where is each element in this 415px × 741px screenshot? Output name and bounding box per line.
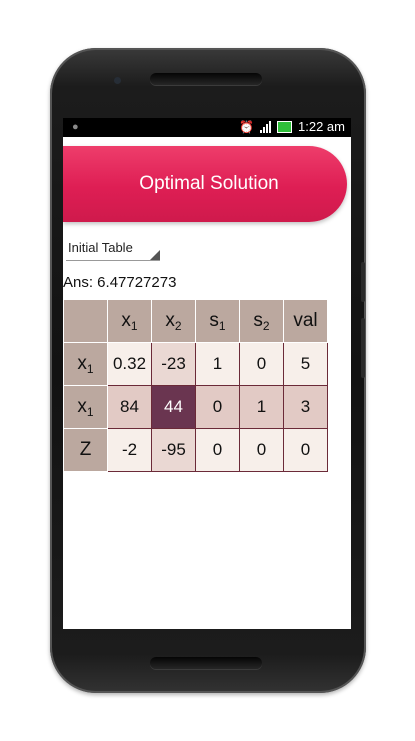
table-cell: 0 [195, 428, 240, 472]
table-row: x1 0.32 -23 1 0 5 [63, 342, 328, 386]
earpiece-speaker [150, 73, 262, 85]
title-banner: Optimal Solution [63, 146, 347, 222]
answer-text: Ans: 6.47727273 [63, 274, 177, 291]
row-header: x1 [63, 385, 108, 429]
signal-icon [260, 120, 272, 133]
col-header-val: val [283, 299, 328, 343]
table-cell: 0 [239, 342, 284, 386]
simplex-tableau: x1 x2 s1 s2 val x1 0.32 -23 1 0 5 x1 84 … [63, 299, 328, 472]
table-cell: 0 [239, 428, 284, 472]
header-row: x1 x2 s1 s2 val [63, 299, 328, 343]
table-select-dropdown[interactable]: Initial Table [66, 236, 160, 261]
table-cell: -95 [151, 428, 196, 472]
battery-icon [277, 120, 293, 133]
table-cell: 0 [283, 428, 328, 472]
table-cell: 3 [283, 385, 328, 429]
alarm-clock-icon: ⏰ [239, 119, 255, 134]
table-cell: 1 [195, 342, 240, 386]
col-header-x1: x1 [107, 299, 152, 343]
table-cell: 84 [107, 385, 152, 429]
dropdown-selected-value: Initial Table [68, 240, 133, 255]
table-cell: -23 [151, 342, 196, 386]
col-header-s2: s2 [239, 299, 284, 343]
status-bar: ● ⏰ 1:22 am [63, 118, 351, 137]
bottom-speaker [150, 657, 262, 669]
col-header-s1: s1 [195, 299, 240, 343]
page-title: Optimal Solution [139, 173, 279, 194]
table-cell: 0.32 [107, 342, 152, 386]
volume-button [361, 262, 365, 302]
corner-cell [63, 299, 108, 343]
col-header-x2: x2 [151, 299, 196, 343]
table-cell: -2 [107, 428, 152, 472]
power-button [361, 318, 365, 378]
table-cell: 1 [239, 385, 284, 429]
table-row: x1 84 44 0 1 3 [63, 385, 328, 429]
status-time: 1:22 am [298, 119, 345, 134]
android-icon: ● [72, 121, 79, 133]
table-cell: 0 [195, 385, 240, 429]
pivot-cell: 44 [151, 385, 196, 429]
row-header: Z [63, 428, 108, 472]
front-camera [114, 77, 121, 84]
dropdown-arrow-icon [150, 250, 160, 260]
row-header: x1 [63, 342, 108, 386]
app-screen: ● ⏰ 1:22 am Optimal Solution Initial Tab… [63, 118, 351, 629]
table-row: Z -2 -95 0 0 0 [63, 428, 328, 472]
table-cell: 5 [283, 342, 328, 386]
